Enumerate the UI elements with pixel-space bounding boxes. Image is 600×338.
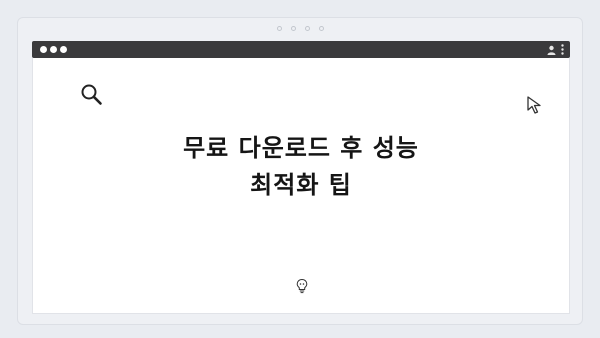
title-line-1: 무료 다운로드 후 성능 <box>183 134 419 162</box>
window-minimize-dot[interactable] <box>50 46 57 53</box>
search-icon[interactable] <box>79 82 105 108</box>
window-close-dot[interactable] <box>40 46 47 53</box>
pager-dot[interactable] <box>290 26 296 31</box>
toolbar-icons <box>547 44 564 55</box>
pager-dot[interactable] <box>304 26 310 31</box>
cursor-icon <box>527 96 541 114</box>
pager-dot[interactable] <box>276 26 282 31</box>
pager-dots <box>18 26 582 31</box>
account-icon[interactable] <box>547 45 556 55</box>
content-area: 무료 다운로드 후 성능 최적화 팁 <box>32 58 570 314</box>
more-vertical-icon[interactable] <box>561 44 564 55</box>
window-maximize-dot[interactable] <box>60 46 67 53</box>
screen: 무료 다운로드 후 성능 최적화 팁 <box>0 0 600 338</box>
window-controls <box>40 46 67 53</box>
lightbulb-icon <box>296 278 308 294</box>
title-line-2: 최적화 팁 <box>250 171 352 199</box>
browser-titlebar <box>32 41 570 58</box>
page-title: 무료 다운로드 후 성능 최적화 팁 <box>33 130 569 204</box>
pager-dot[interactable] <box>318 26 324 31</box>
